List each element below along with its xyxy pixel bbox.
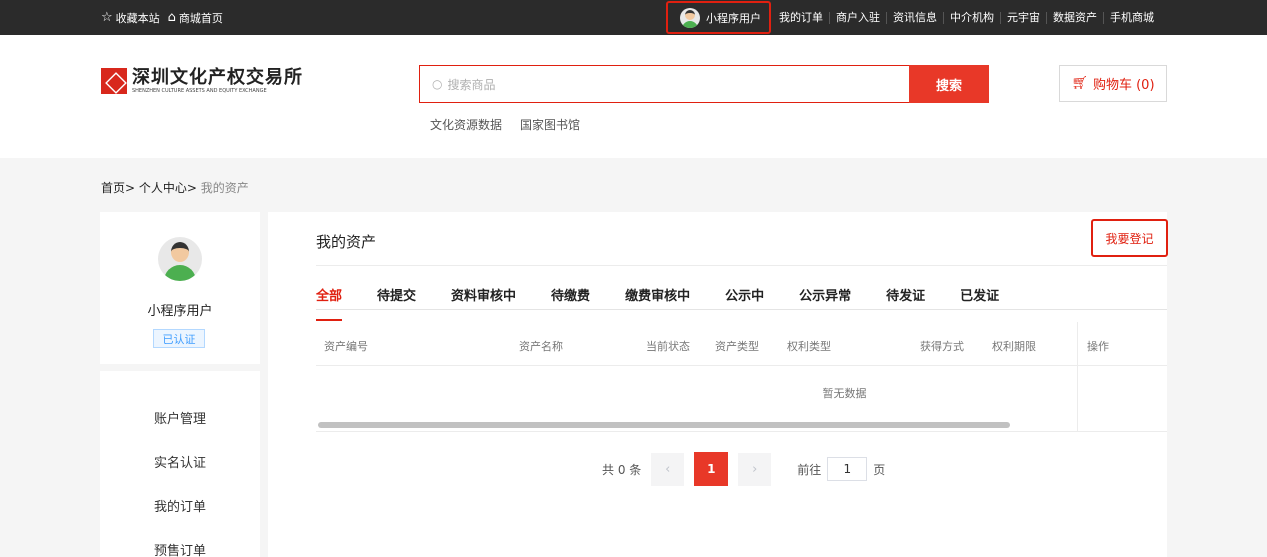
sidebar-item-account[interactable]: 账户管理 — [100, 408, 260, 427]
topbar-link-news[interactable]: 资讯信息 — [886, 11, 943, 24]
total-count: 共 0 条 — [602, 462, 642, 477]
prev-page-button[interactable]: ‹ — [651, 452, 685, 486]
column-header: 当前状态 — [646, 340, 690, 353]
profile-name: 小程序用户 — [147, 304, 213, 319]
column-header: 资产类型 — [715, 340, 759, 353]
goto-label: 前往 — [797, 462, 822, 477]
column-header: 获得方式 — [920, 340, 964, 353]
tab-publicity-error[interactable]: 公示异常 — [799, 285, 851, 311]
sidebar-item-realname[interactable]: 实名认证 — [100, 452, 260, 471]
topbar-link-metaverse[interactable]: 元宇宙 — [1000, 11, 1046, 24]
verified-badge: 已认证 — [153, 329, 205, 348]
tab-payment-review[interactable]: 缴费审核中 — [625, 285, 690, 311]
star-icon: ☆ — [101, 10, 113, 25]
user-menu[interactable]: 小程序用户 — [666, 1, 771, 34]
avatar — [158, 237, 202, 281]
status-tabs: 全部 待提交 资料审核中 待缴费 缴费审核中 公示中 公示异常 待发证 已发证 — [316, 285, 999, 321]
breadcrumb-center[interactable]: 个人中心> — [139, 181, 197, 195]
tab-to-issue[interactable]: 待发证 — [886, 285, 925, 311]
cart-button[interactable]: 🛒︎ 购物车 (0) — [1059, 65, 1167, 102]
tab-to-submit[interactable]: 待提交 — [377, 285, 416, 311]
cart-icon: 🛒︎ — [1071, 76, 1088, 91]
divider — [316, 365, 1167, 366]
search-placeholder: 搜索商品 — [447, 77, 496, 92]
search-icon: ○ — [432, 77, 443, 91]
next-page-button[interactable]: › — [738, 452, 772, 486]
site-logo[interactable]: 深圳文化产权交易所 SHENZHEN CULTURE ASSETS AND EQ… — [101, 68, 303, 94]
home-icon: ⌂ — [167, 10, 176, 25]
empty-text: 暂无数据 — [822, 387, 867, 400]
favorite-label: 收藏本站 — [115, 11, 160, 25]
search-button[interactable]: 搜索 — [909, 65, 989, 103]
pagination: 共 0 条 ‹ 1 › 前往 1 页 — [602, 452, 885, 486]
search-bar: ○ 搜索商品 搜索 — [419, 65, 989, 103]
page-number[interactable]: 1 — [694, 452, 729, 486]
column-header: 资产编号 — [324, 340, 368, 353]
page-jump-input[interactable]: 1 — [827, 457, 868, 481]
page-suffix: 页 — [873, 462, 886, 477]
divider — [316, 431, 1167, 432]
column-header: 权利类型 — [787, 340, 831, 353]
tab-publicity[interactable]: 公示中 — [725, 285, 764, 311]
home-link[interactable]: ⌂ 商城首页 — [168, 10, 223, 26]
scrollbar-thumb[interactable] — [318, 422, 1010, 428]
column-header: 资产名称 — [519, 340, 563, 353]
hot-links: 文化资源数据 国家图书馆 — [430, 116, 580, 133]
side-menu: 账户管理 实名认证 我的订单 预售订单 — [100, 371, 260, 557]
tab-to-pay[interactable]: 待缴费 — [551, 285, 590, 311]
page-title: 我的资产 — [316, 233, 377, 251]
logo-mark-icon — [101, 68, 127, 94]
home-label: 商城首页 — [178, 11, 223, 25]
divider — [316, 309, 1167, 310]
user-name: 小程序用户 — [706, 11, 761, 25]
topbar-link-data-assets[interactable]: 数据资产 — [1046, 11, 1103, 24]
assets-panel: 我的资产 我要登记 全部 待提交 资料审核中 待缴费 缴费审核中 公示中 公示异… — [268, 212, 1168, 557]
avatar — [680, 7, 700, 28]
topbar-link-agency[interactable]: 中介机构 — [943, 11, 1000, 24]
tab-doc-review[interactable]: 资料审核中 — [451, 285, 516, 311]
favorite-link[interactable]: ☆ 收藏本站 — [101, 10, 160, 26]
column-header: 操作 — [1087, 340, 1109, 353]
tab-all[interactable]: 全部 — [316, 285, 343, 321]
logo-subtitle: SHENZHEN CULTURE ASSETS AND EQUITY EXCHA… — [132, 88, 267, 94]
topbar-link-merchant[interactable]: 商户入驻 — [829, 11, 886, 24]
top-bar: ☆ 收藏本站 ⌂ 商城首页 小程序用户 我的订单 商户入驻 资讯信息 中介机构 … — [0, 0, 1267, 35]
sidebar-item-presale[interactable]: 预售订单 — [100, 540, 260, 557]
breadcrumb: 首页> 个人中心> 我的资产 — [101, 179, 249, 196]
profile-card: 小程序用户 已认证 — [100, 212, 260, 364]
topbar-link-mobile[interactable]: 手机商城 — [1103, 11, 1160, 24]
search-input[interactable]: ○ 搜索商品 — [419, 65, 909, 103]
register-button[interactable]: 我要登记 — [1091, 219, 1168, 257]
sidebar-item-orders[interactable]: 我的订单 — [100, 496, 260, 515]
topbar-link-orders[interactable]: 我的订单 — [773, 11, 829, 24]
hot-link-culture-data[interactable]: 文化资源数据 — [430, 116, 502, 133]
logo-title: 深圳文化产权交易所 — [132, 67, 303, 88]
divider — [316, 265, 1167, 266]
breadcrumb-home[interactable]: 首页> — [101, 181, 135, 195]
assets-table: 资产编号 资产名称 当前状态 资产类型 权利类型 获得方式 权利期限 操作 暂无… — [316, 322, 1167, 432]
breadcrumb-current: 我的资产 — [200, 181, 249, 195]
column-divider — [1077, 322, 1078, 432]
horizontal-scrollbar[interactable] — [316, 420, 1029, 430]
column-header: 权利期限 — [992, 340, 1036, 353]
header: 深圳文化产权交易所 SHENZHEN CULTURE ASSETS AND EQ… — [0, 35, 1267, 158]
tab-issued[interactable]: 已发证 — [960, 285, 999, 311]
hot-link-national-library[interactable]: 国家图书馆 — [520, 116, 580, 133]
cart-label: 购物车 (0) — [1092, 78, 1155, 93]
